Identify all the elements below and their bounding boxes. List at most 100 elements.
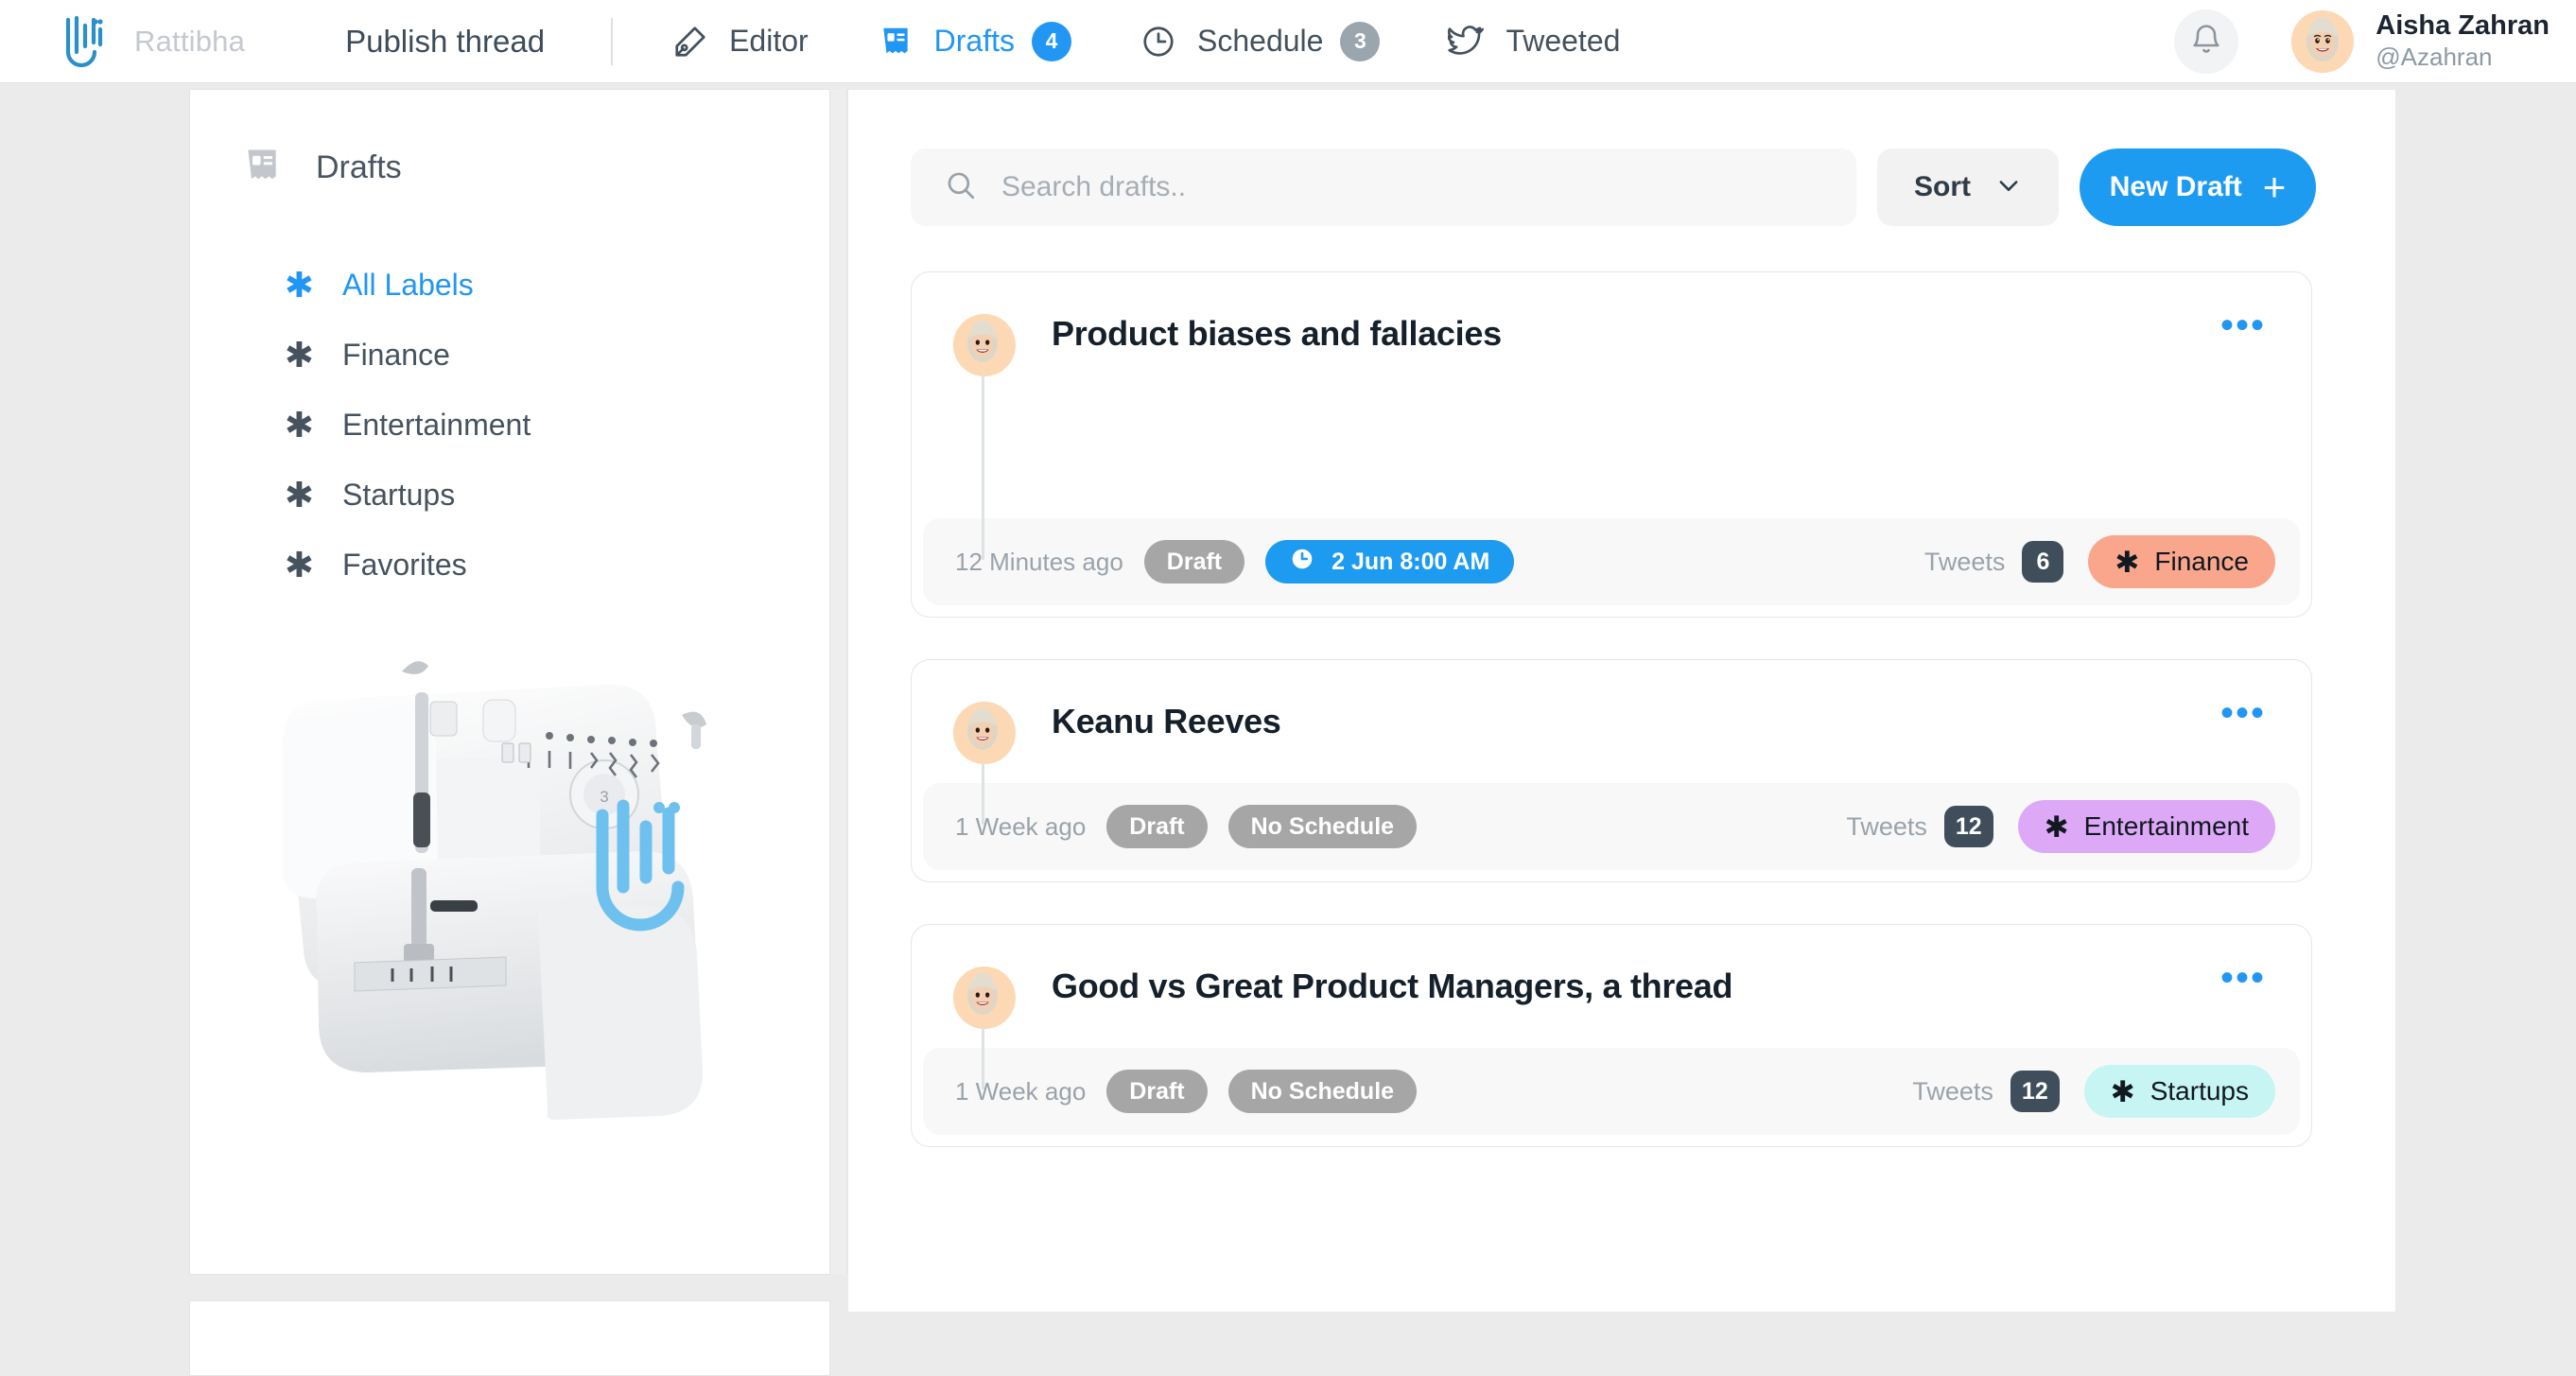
nav-item-schedule[interactable]: Schedule 3 (1140, 21, 1381, 61)
user-name: Aisha Zahran (2376, 10, 2550, 42)
tweets-count-badge: 6 (2022, 541, 2064, 583)
draft-time-ago: 12 Minutes ago (955, 547, 1123, 576)
more-options-icon[interactable]: ••• (2220, 306, 2266, 344)
sidebar-item-label: All Labels (342, 267, 474, 302)
schedule-count-badge: 3 (1340, 21, 1381, 61)
sewing-machine-photo: 3 (226, 626, 793, 1156)
notifications-button[interactable] (2174, 9, 2239, 74)
asterisk-icon: ✱ (285, 335, 315, 374)
nav-label: Editor (729, 24, 809, 58)
tweets-label: Tweets (1912, 1076, 1993, 1106)
status-badge: Draft (1106, 805, 1208, 848)
draft-card[interactable]: Keanu Reeves ••• 1 Week ago Draft No Sch… (911, 659, 2312, 882)
user-info[interactable]: Aisha Zahran @Azahran (2376, 10, 2550, 73)
asterisk-icon: ✱ (285, 405, 315, 444)
new-draft-label: New Draft (2109, 171, 2242, 202)
main-nav: Editor Drafts 4 Schedule 3 Tweeted (671, 21, 1688, 61)
pen-nib-icon (671, 23, 709, 61)
asterisk-icon: ✱ (2110, 1074, 2135, 1108)
asterisk-icon: ✱ (285, 545, 315, 584)
sidebar-item-entertainment[interactable]: ✱ Entertainment (190, 390, 829, 460)
clock-icon (1140, 23, 1177, 61)
draft-card[interactable]: Product biases and fallacies ••• 12 Minu… (911, 271, 2312, 618)
sidebar-item-finance[interactable]: ✱ Finance (190, 320, 829, 390)
draft-title: Good vs Great Product Managers, a thread (1052, 967, 1733, 1005)
sidebar-item-label: Entertainment (342, 407, 531, 442)
draft-card-header: Product biases and fallacies ••• (912, 272, 2311, 560)
main-panel: Sort New Draft + (847, 89, 2396, 1313)
drafts-list: Product biases and fallacies ••• 12 Minu… (911, 271, 2395, 1147)
schedule-badge[interactable]: No Schedule (1227, 805, 1418, 848)
nav-item-editor[interactable]: Editor (671, 23, 809, 61)
schedule-badge[interactable]: No Schedule (1227, 1070, 1418, 1113)
draft-title: Keanu Reeves (1052, 702, 1281, 740)
draft-card[interactable]: Good vs Great Product Managers, a thread… (911, 924, 2312, 1147)
avatar[interactable] (2291, 10, 2355, 73)
plus-icon: + (2262, 165, 2287, 209)
schedule-badge[interactable]: 2 Jun 8:00 AM (1265, 540, 1515, 583)
sidebar-item-label: Startups (342, 477, 456, 512)
page-body: Drafts ✱ All Labels ✱ Finance ✱ Entertai… (0, 83, 2576, 1376)
sidebar-item-label: Finance (342, 337, 450, 372)
avatar (953, 314, 1016, 376)
svg-text:3: 3 (600, 788, 608, 806)
thread-connector (982, 1027, 984, 1089)
thread-connector (982, 374, 984, 560)
label-text: Finance (2154, 547, 2249, 576)
schedule-text: 2 Jun 8:00 AM (1332, 548, 1490, 575)
sidebar-item-startups[interactable]: ✱ Startups (190, 460, 829, 530)
draft-card-footer: 1 Week ago Draft No Schedule Tweets 12 ✱… (923, 783, 2300, 870)
nav-label: Schedule (1197, 24, 1324, 58)
avatar (953, 702, 1016, 764)
sidebar-label-list: ✱ All Labels ✱ Finance ✱ Entertainment ✱… (190, 250, 829, 600)
sort-button[interactable]: Sort (1877, 148, 2059, 226)
rattibha-logo-icon (59, 12, 110, 71)
brand-name: Rattibha (134, 24, 246, 58)
receipt-icon (877, 23, 914, 61)
brand[interactable]: Rattibha (59, 12, 245, 71)
app-header: Rattibha Publish thread Editor Drafts 4 … (0, 0, 2576, 83)
sort-label: Sort (1914, 171, 1971, 202)
nav-label: Drafts (933, 24, 1015, 58)
new-draft-button[interactable]: New Draft + (2080, 148, 2316, 226)
label-badge-finance[interactable]: ✱ Finance (2088, 535, 2275, 588)
status-badge: Draft (1106, 1070, 1208, 1113)
sidebar: Drafts ✱ All Labels ✱ Finance ✱ Entertai… (189, 89, 830, 1275)
draft-card-footer: 1 Week ago Draft No Schedule Tweets 12 ✱… (923, 1048, 2300, 1135)
sidebar-title: Drafts (316, 149, 402, 185)
status-badge: Draft (1143, 540, 1245, 583)
tweets-count-badge: 12 (2010, 1071, 2060, 1112)
sidebar-item-favorites[interactable]: ✱ Favorites (190, 530, 829, 600)
search-drafts-container[interactable] (911, 148, 1856, 226)
sidebar-title-row: Drafts (241, 145, 829, 191)
label-badge-entertainment[interactable]: ✱ Entertainment (2017, 800, 2275, 853)
asterisk-icon: ✱ (2044, 810, 2069, 844)
draft-card-header: Keanu Reeves ••• (912, 660, 2311, 825)
panel-gutter (829, 89, 847, 1275)
asterisk-icon: ✱ (285, 475, 315, 514)
page-title: Publish thread (345, 23, 546, 59)
draft-avatar-column (953, 314, 1016, 560)
nav-item-tweeted[interactable]: Tweeted (1448, 23, 1620, 61)
draft-avatar-column (953, 702, 1016, 825)
sidebar-secondary-panel (189, 1300, 830, 1376)
search-icon (945, 169, 977, 206)
drafts-toolbar: Sort New Draft + (911, 148, 2395, 226)
sidebar-item-all-labels[interactable]: ✱ All Labels (190, 250, 829, 320)
more-options-icon[interactable]: ••• (2220, 694, 2266, 732)
receipt-icon (241, 145, 283, 191)
label-badge-startups[interactable]: ✱ Startups (2083, 1065, 2275, 1118)
chevron-down-icon (1995, 172, 2022, 203)
label-text: Entertainment (2083, 811, 2249, 841)
sidebar-item-label: Favorites (342, 547, 467, 582)
drafts-count-badge: 4 (1032, 21, 1071, 61)
user-handle: @Azahran (2376, 43, 2493, 72)
search-input[interactable] (1001, 171, 1815, 203)
tweets-label: Tweets (1846, 811, 1927, 841)
more-options-icon[interactable]: ••• (2220, 959, 2266, 997)
tweets-label: Tweets (1923, 547, 2006, 576)
thread-connector (982, 762, 984, 825)
nav-item-drafts[interactable]: Drafts 4 (877, 21, 1071, 61)
draft-card-footer: 12 Minutes ago Draft 2 Jun 8:00 AM Tweet… (923, 518, 2300, 605)
draft-title: Product biases and fallacies (1052, 314, 1502, 353)
